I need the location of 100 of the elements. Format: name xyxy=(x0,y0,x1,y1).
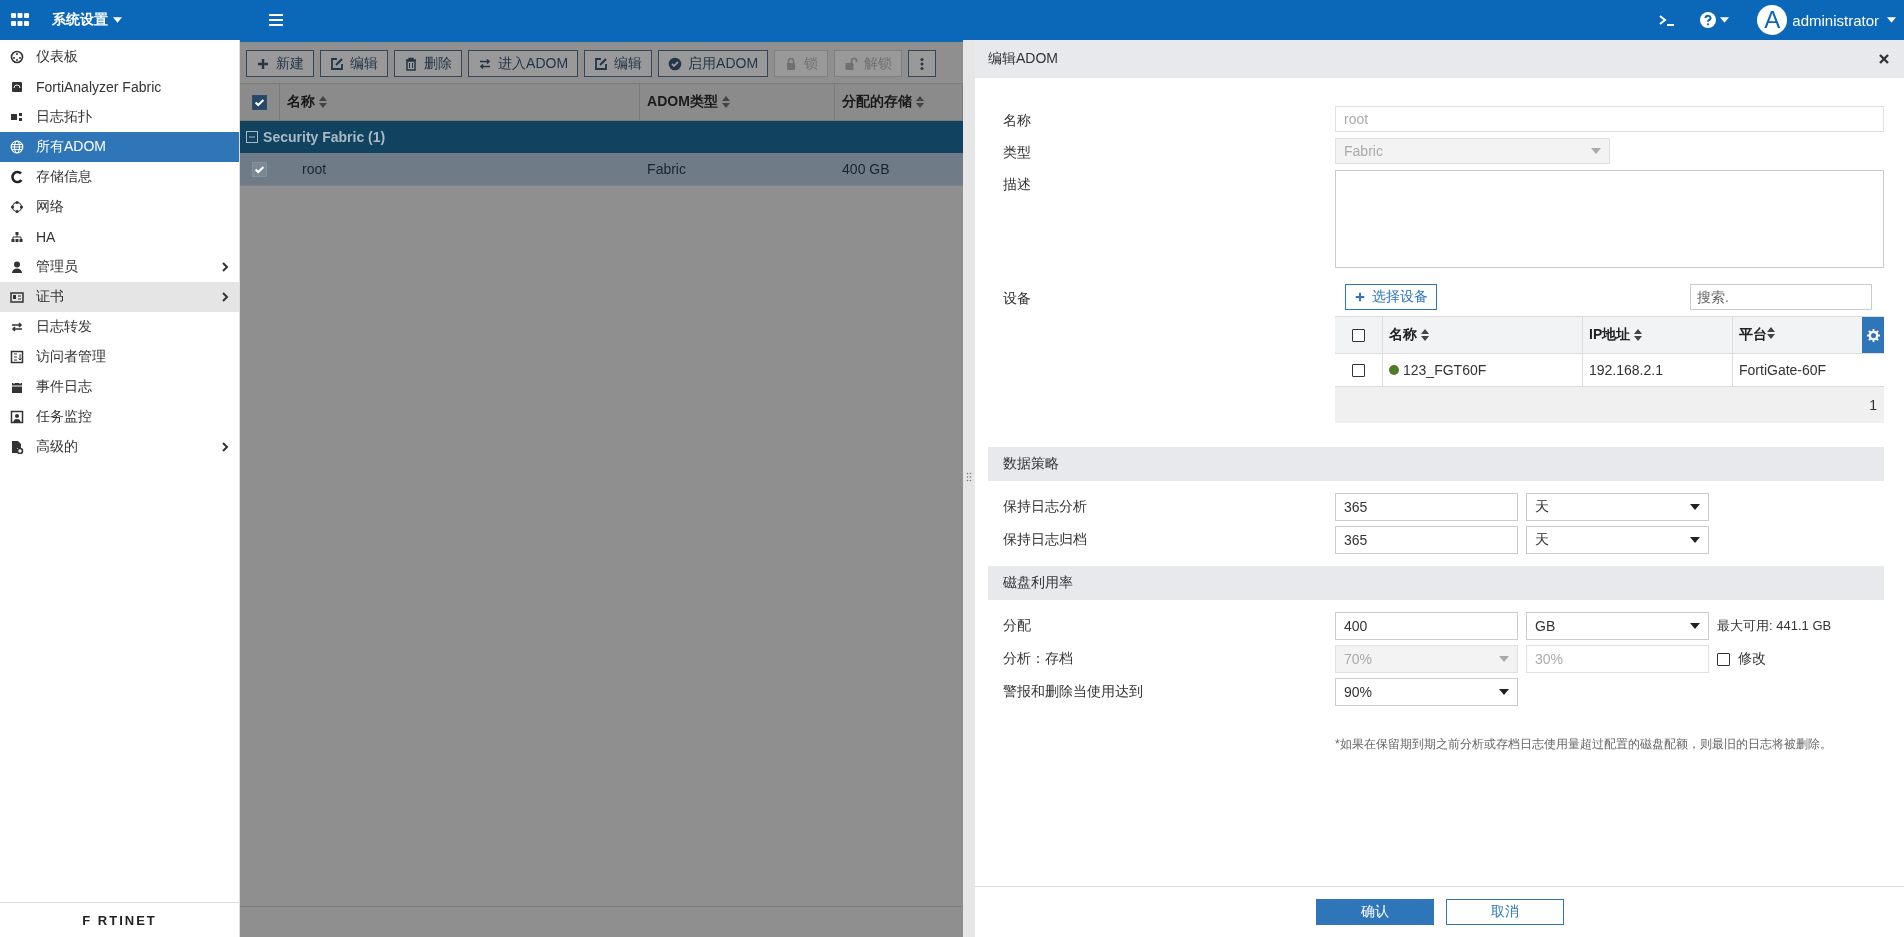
row-count: 1 xyxy=(1869,397,1877,413)
field-label: 保持日志分析 xyxy=(1003,498,1088,516)
sort-icon xyxy=(1767,327,1775,339)
terminal-icon[interactable] xyxy=(1658,13,1677,27)
column-header[interactable]: ADOM类型 xyxy=(640,84,836,120)
value-field[interactable]: 400 xyxy=(1335,612,1518,640)
sidebar-item[interactable]: 事件日志 xyxy=(0,372,240,402)
cancel-button[interactable]: 取消 xyxy=(1445,899,1564,925)
toolbar-button[interactable]: 进入ADOM xyxy=(468,50,579,77)
sidebar-item[interactable]: 证书 xyxy=(0,282,240,312)
plus-icon xyxy=(1354,291,1366,303)
check-circle-icon xyxy=(668,56,683,71)
sidebar-item[interactable]: 日志转发 xyxy=(0,312,240,342)
module-menu[interactable]: 系统设置 xyxy=(52,11,122,29)
group-row[interactable]: Security Fabric (1) xyxy=(240,121,964,153)
chevron-icon xyxy=(221,261,230,273)
caret-icon xyxy=(1499,656,1509,662)
search-field[interactable]: 搜索. xyxy=(1690,284,1872,310)
sort-icon xyxy=(1634,329,1643,341)
section-header: 磁盘利用率 xyxy=(988,566,1884,600)
sidebar-item[interactable]: 网络 xyxy=(0,192,240,222)
sidebar-item[interactable]: 所有ADOM xyxy=(0,132,240,162)
sidebar-item[interactable]: 管理员 xyxy=(0,252,240,282)
sidebar-item[interactable]: 任务监控 xyxy=(0,402,240,432)
caret-icon xyxy=(1690,623,1700,629)
sidebar-item[interactable]: 访问者管理 xyxy=(0,342,240,372)
field-label: 描述 xyxy=(1003,175,1032,194)
device-icon xyxy=(10,80,24,94)
toolbar-button[interactable]: 编辑 xyxy=(320,50,389,77)
table-cell-text: Fabric xyxy=(646,161,687,177)
sidebar-item[interactable]: FortiAnalyzer Fabric xyxy=(0,72,240,102)
value-field[interactable]: 365 xyxy=(1335,526,1518,554)
hierarchy-icon xyxy=(10,230,24,244)
value-field[interactable]: 365 xyxy=(1335,493,1518,521)
ok-button[interactable]: 确认 xyxy=(1315,899,1434,925)
plus-icon xyxy=(256,56,271,71)
field-label: 名称 xyxy=(1003,111,1032,130)
unlock-icon xyxy=(844,56,859,71)
checkbox[interactable] xyxy=(1352,328,1365,342)
settings-icon xyxy=(1866,328,1880,342)
ring-icon xyxy=(10,170,24,184)
sidebar-item[interactable]: HA xyxy=(0,222,240,252)
unit-dropdown[interactable]: GB xyxy=(1526,612,1709,640)
column-header[interactable]: IP地址 xyxy=(1583,317,1733,353)
chevron-icon xyxy=(221,291,230,303)
sort-icon xyxy=(1421,329,1429,341)
sort-icon xyxy=(721,96,730,108)
edit-icon xyxy=(594,56,609,71)
caret-icon xyxy=(113,17,122,23)
brand-logo: F RTINET xyxy=(82,912,157,928)
calendar-icon xyxy=(10,380,24,394)
user-avatar[interactable]: A xyxy=(1757,5,1788,35)
field-label: 分配 xyxy=(1003,617,1032,635)
list-box-icon xyxy=(10,350,24,364)
checkbox[interactable] xyxy=(252,161,268,177)
caret-icon xyxy=(1499,689,1509,695)
footnote-text: *如果在保留期到期之前分析或存档日志使用量超过配置的磁盘配额，则最旧的日志将被删除。 xyxy=(1334,736,1833,753)
sidebar-item[interactable]: 高级的 xyxy=(0,432,240,462)
collapse-icon[interactable] xyxy=(246,131,259,143)
sidebar-item[interactable]: 存储信息 xyxy=(0,162,240,192)
file-gear-icon xyxy=(10,440,24,454)
toolbar-button[interactable]: 删除 xyxy=(394,50,463,77)
dots-ring-icon xyxy=(10,200,24,214)
grip-icon[interactable] xyxy=(966,471,973,482)
menu-icon[interactable] xyxy=(268,13,284,27)
column-header[interactable]: 名称 xyxy=(280,84,641,120)
table-cell-text: root xyxy=(301,161,328,177)
checkbox[interactable] xyxy=(252,94,268,110)
trash-icon xyxy=(404,56,419,71)
settings-button[interactable] xyxy=(1862,317,1884,353)
field-label: 设备 xyxy=(1003,289,1032,308)
column-header[interactable]: 平台 xyxy=(1739,326,1775,344)
person-icon xyxy=(10,260,24,274)
unit-dropdown[interactable]: 天 xyxy=(1526,526,1709,554)
user-menu[interactable]: administrator xyxy=(1792,11,1896,29)
checkbox[interactable] xyxy=(1352,363,1365,377)
help-menu[interactable] xyxy=(1700,12,1730,28)
table-row[interactable]: root Fabric 400 GB xyxy=(240,153,964,186)
caret-icon xyxy=(1887,17,1896,23)
table-cell: FortiGate-60F xyxy=(1739,362,1827,378)
sort-icon xyxy=(319,96,328,108)
id-card-icon xyxy=(10,290,24,304)
threshold-dropdown[interactable]: 90% xyxy=(1335,678,1518,706)
toolbar-button[interactable]: 启用ADOM xyxy=(658,50,769,77)
edit-icon xyxy=(330,56,345,71)
globe-icon xyxy=(10,140,24,154)
close-icon[interactable] xyxy=(1878,53,1890,65)
column-header[interactable]: 名称 xyxy=(1383,317,1583,353)
description-field[interactable] xyxy=(1335,170,1884,268)
select-devices-button[interactable]: 选择设备 xyxy=(1345,284,1437,310)
dial-icon xyxy=(10,50,24,64)
blocks-icon xyxy=(10,110,24,124)
sidebar-item[interactable]: 仪表板 xyxy=(0,42,240,72)
unit-dropdown[interactable]: 天 xyxy=(1526,493,1709,521)
more-button[interactable] xyxy=(908,50,937,77)
monitor-icon xyxy=(10,410,24,424)
sidebar-item[interactable]: 日志拓扑 xyxy=(0,102,240,132)
toolbar-button[interactable]: 新建 xyxy=(246,50,315,77)
field-label: 分析：存档 xyxy=(1003,650,1074,668)
toolbar-button[interactable]: 编辑 xyxy=(584,50,653,77)
